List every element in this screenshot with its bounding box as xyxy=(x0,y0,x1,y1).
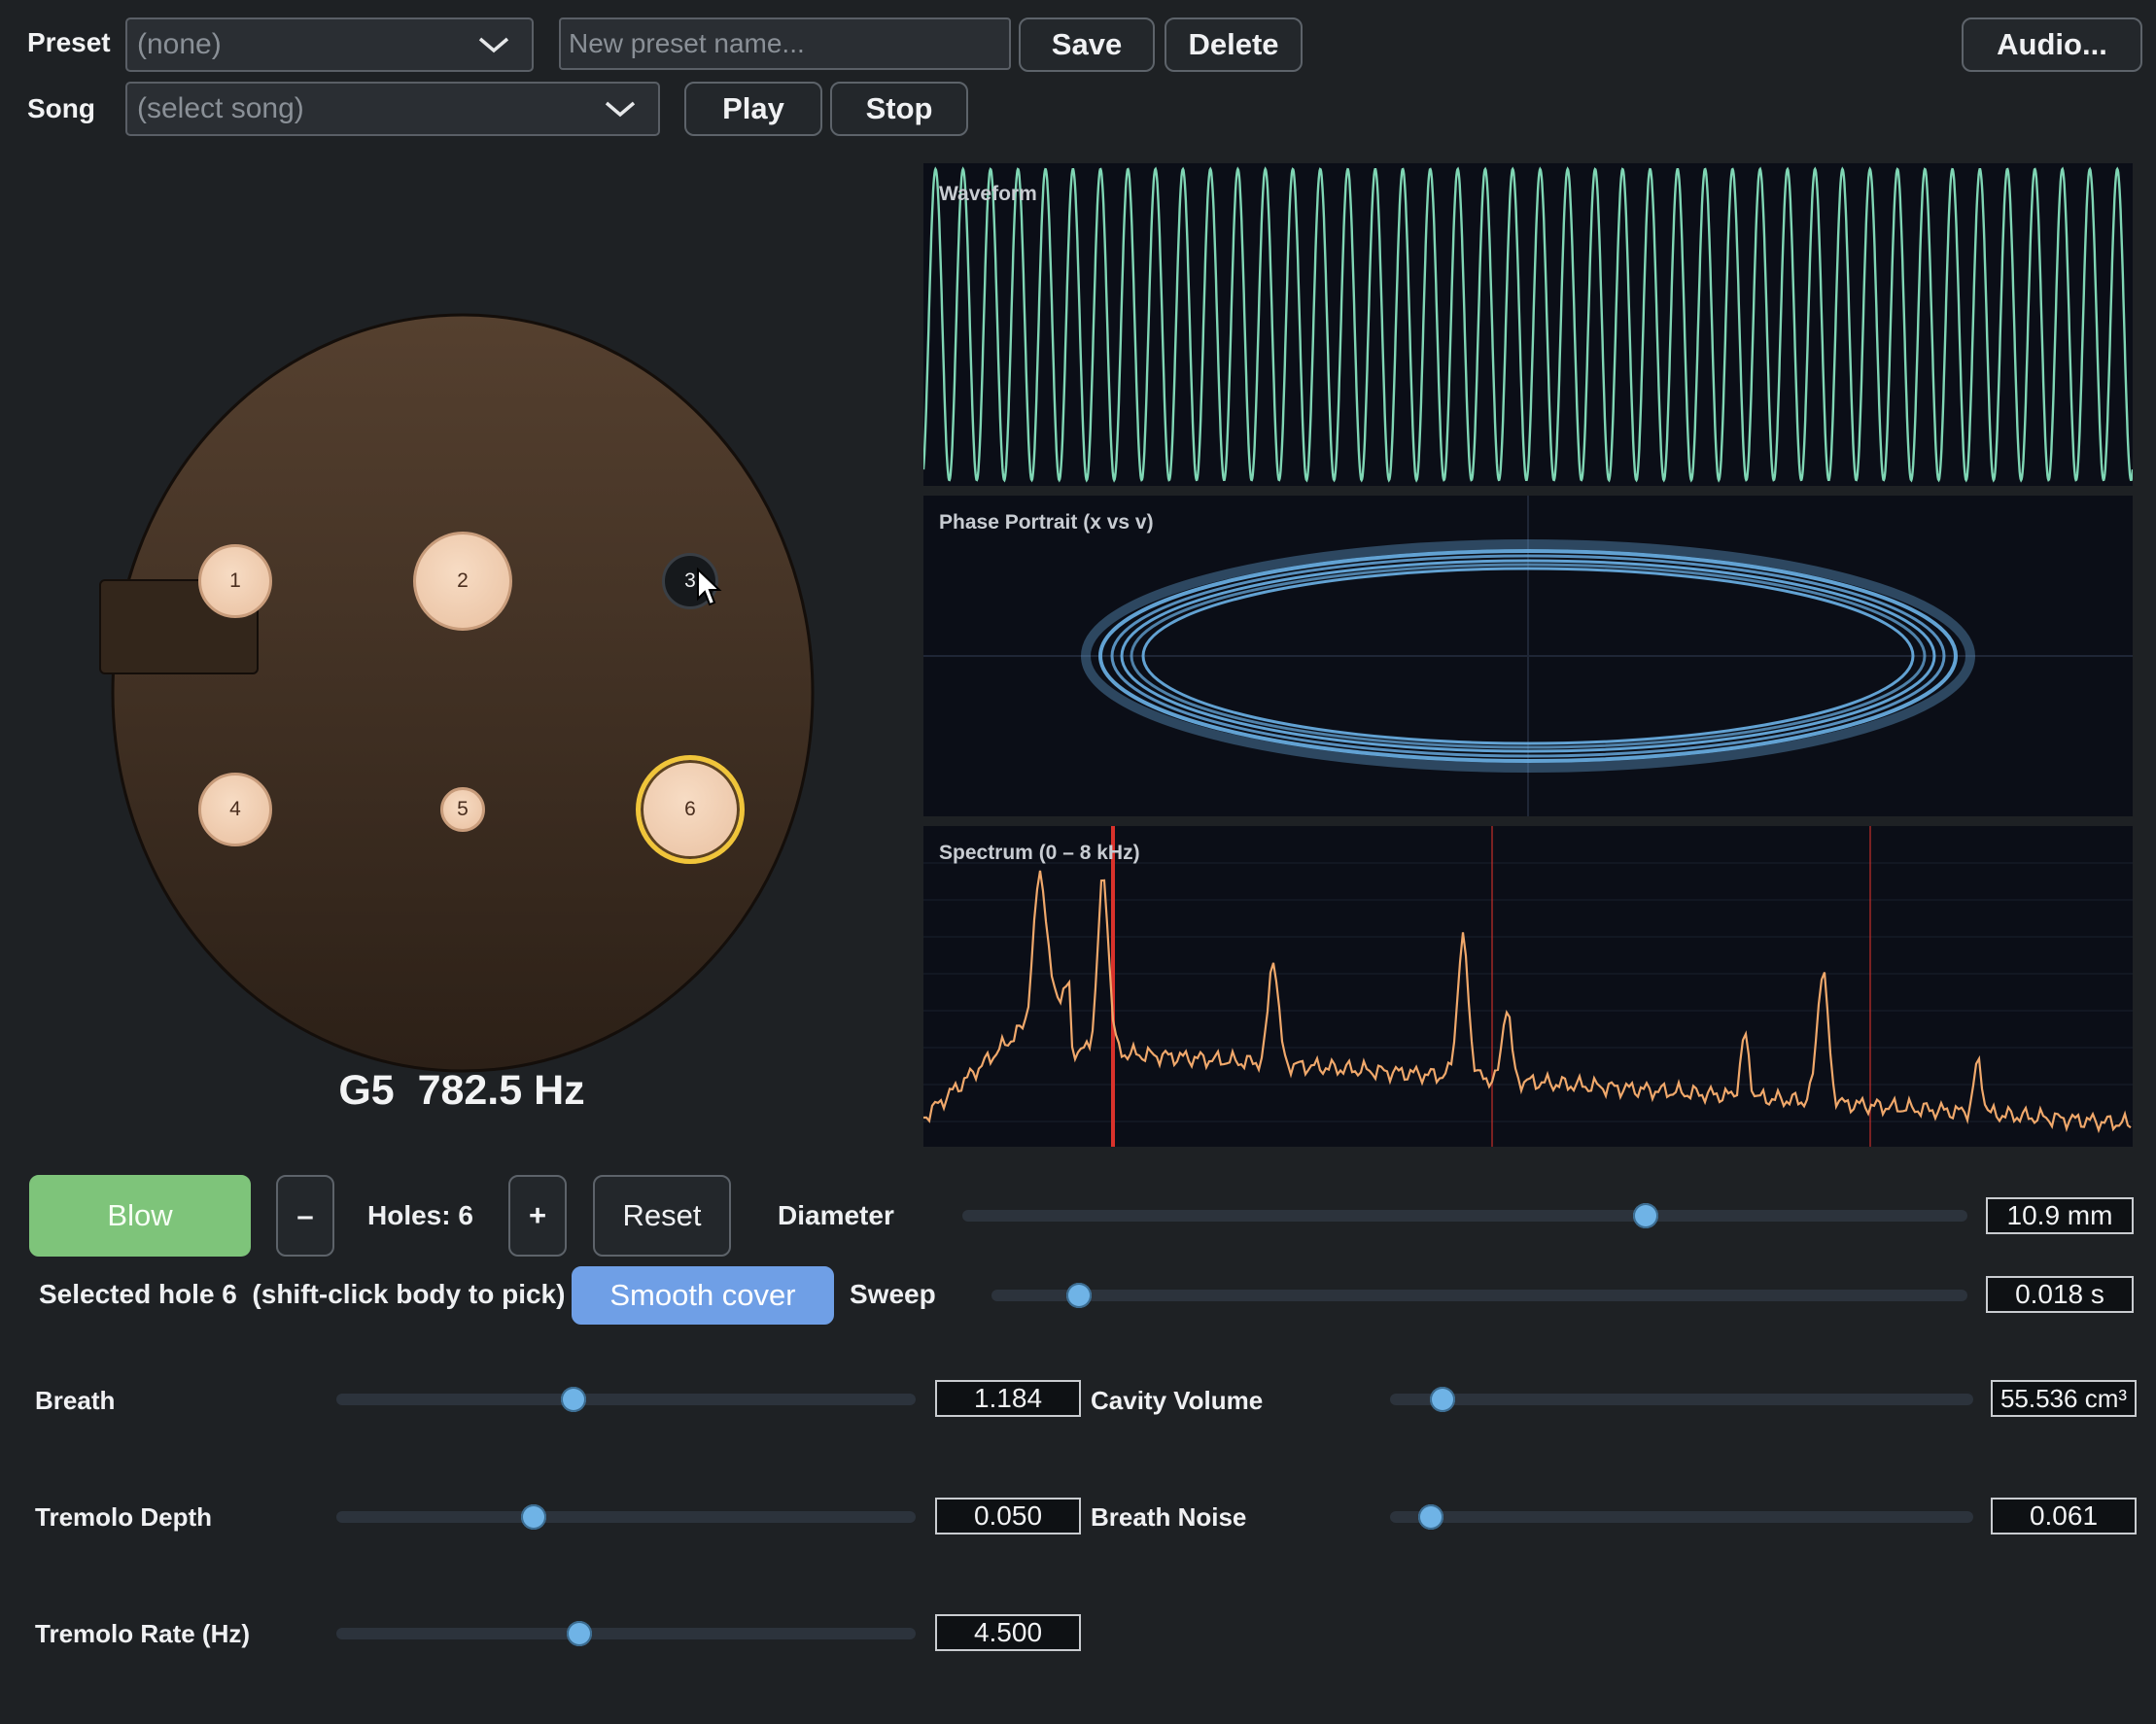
ocarina-body[interactable] xyxy=(111,313,815,1073)
chevron-down-icon xyxy=(478,37,509,53)
diameter-slider[interactable] xyxy=(962,1203,1967,1228)
tremolo-rate-slider-thumb[interactable] xyxy=(567,1621,593,1646)
tone-hole-label: 4 xyxy=(229,798,241,820)
tremolo-depth-slider-thumb[interactable] xyxy=(520,1504,546,1530)
chevron-down-icon xyxy=(605,101,636,118)
tremolo-depth-label: Tremolo Depth xyxy=(35,1502,213,1532)
phase-portrait-title: Phase Portrait (x vs v) xyxy=(939,511,1154,534)
smooth-cover-button[interactable]: Smooth cover xyxy=(572,1266,834,1325)
tone-hole-label: 5 xyxy=(457,798,469,820)
breath-label: Breath xyxy=(35,1386,116,1415)
sweep-slider[interactable] xyxy=(991,1283,1967,1308)
tone-hole-label: 6 xyxy=(684,798,696,820)
tremolo-rate-value[interactable]: 4.500 xyxy=(935,1614,1081,1651)
selected-hole-text: Selected hole 6 (shift-click body to pic… xyxy=(39,1279,566,1309)
holes-decrease-button[interactable]: – xyxy=(276,1175,334,1257)
breath-noise-slider[interactable] xyxy=(1390,1504,1973,1530)
tone-hole-6[interactable]: 6 xyxy=(636,755,745,864)
ocarina-body-shape xyxy=(111,313,815,1073)
breath-noise-label: Breath Noise xyxy=(1091,1502,1247,1532)
phase-portrait-trace xyxy=(923,496,2133,816)
tone-hole-label: 1 xyxy=(229,569,241,592)
phase-portrait-plot: Phase Portrait (x vs v) xyxy=(923,496,2133,816)
song-label: Song xyxy=(27,93,95,123)
diameter-label: Diameter xyxy=(778,1200,894,1230)
waveform-title: Waveform xyxy=(939,183,1037,205)
spectrum-title: Spectrum (0 – 8 kHz) xyxy=(939,842,1140,864)
breath-slider-thumb[interactable] xyxy=(561,1387,587,1412)
stop-button[interactable]: Stop xyxy=(830,82,968,136)
breath-value[interactable]: 1.184 xyxy=(935,1380,1081,1417)
tone-hole-label: 3 xyxy=(684,569,696,592)
spectrum-trace xyxy=(922,826,2133,1147)
preset-label: Preset xyxy=(27,27,111,57)
waveform-trace xyxy=(922,166,2135,483)
breath-slider[interactable] xyxy=(336,1387,916,1412)
waveform-plot: Waveform xyxy=(922,163,2135,486)
cavity-volume-value[interactable]: 55.536 cm³ xyxy=(1991,1380,2137,1417)
tone-hole-2[interactable]: 2 xyxy=(413,532,512,631)
preset-select-value: (none) xyxy=(137,28,222,60)
note-readout: G5 782.5 Hz xyxy=(338,1067,585,1114)
blow-button[interactable]: Blow xyxy=(29,1175,251,1257)
preset-name-input[interactable] xyxy=(559,17,1011,70)
sweep-label: Sweep xyxy=(850,1279,936,1309)
cavity-volume-slider-thumb[interactable] xyxy=(1430,1387,1455,1412)
tremolo-depth-value[interactable]: 0.050 xyxy=(935,1498,1081,1534)
diameter-value[interactable]: 10.9 mm xyxy=(1986,1197,2134,1234)
preset-select[interactable]: (none) xyxy=(125,17,534,72)
audio-button[interactable]: Audio... xyxy=(1962,17,2142,72)
song-select[interactable]: (select song) xyxy=(125,82,660,136)
tone-hole-1[interactable]: 1 xyxy=(198,544,272,618)
cavity-volume-slider[interactable] xyxy=(1390,1387,1973,1412)
tremolo-depth-slider[interactable] xyxy=(336,1504,916,1530)
mouse-cursor-icon xyxy=(697,568,722,606)
spectrum-plot: Spectrum (0 – 8 kHz) xyxy=(922,826,2133,1147)
sweep-slider-thumb[interactable] xyxy=(1066,1283,1093,1308)
tone-hole-4[interactable]: 4 xyxy=(198,773,272,846)
holes-count: Holes: 6 xyxy=(367,1200,473,1230)
holes-increase-button[interactable]: + xyxy=(508,1175,567,1257)
breath-noise-slider-thumb[interactable] xyxy=(1418,1504,1443,1530)
save-button[interactable]: Save xyxy=(1019,17,1155,72)
spectrum-line xyxy=(922,870,2132,1134)
delete-button[interactable]: Delete xyxy=(1165,17,1303,72)
diameter-slider-thumb[interactable] xyxy=(1633,1203,1659,1228)
breath-noise-value[interactable]: 0.061 xyxy=(1991,1498,2137,1534)
reset-button[interactable]: Reset xyxy=(593,1175,731,1257)
play-button[interactable]: Play xyxy=(684,82,822,136)
cavity-volume-label: Cavity Volume xyxy=(1091,1386,1264,1415)
waveform-line xyxy=(922,166,2135,483)
tremolo-rate-slider[interactable] xyxy=(336,1621,916,1646)
tremolo-rate-label: Tremolo Rate (Hz) xyxy=(35,1619,251,1648)
tone-hole-5[interactable]: 5 xyxy=(440,787,485,832)
sweep-value[interactable]: 0.018 s xyxy=(1986,1276,2134,1313)
tone-hole-label: 2 xyxy=(457,569,469,592)
song-select-value: (select song) xyxy=(137,92,304,124)
